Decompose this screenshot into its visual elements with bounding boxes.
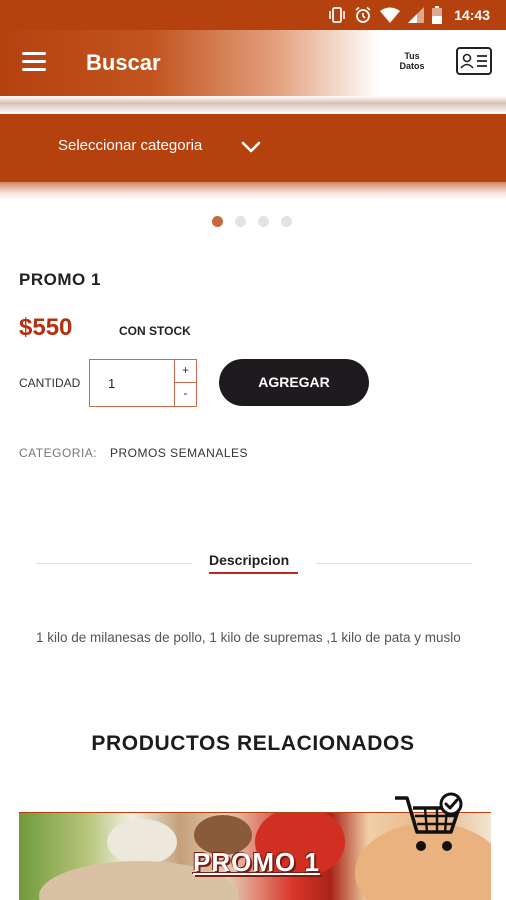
app-header: Buscar Tus Datos [0,30,506,96]
product-description: 1 kilo de milanesas de pollo, 1 kilo de … [36,630,461,645]
menu-icon[interactable] [22,52,46,72]
chevron-down-icon[interactable] [241,140,261,154]
quantity-decrement-button[interactable]: - [174,383,196,406]
tab-divider-right [316,563,472,564]
carousel-dot[interactable] [235,216,246,227]
header-divider [0,96,506,114]
add-to-cart-button[interactable]: AGREGAR [219,359,369,406]
cart-icon[interactable] [393,792,467,856]
product-image-veg [107,819,177,865]
battery-icon [432,6,443,24]
status-bar: 14:43 [0,0,506,30]
wifi-icon [380,7,401,23]
quantity-input[interactable] [90,360,174,406]
stock-status: CON STOCK [119,324,191,338]
quantity-stepper: + - [89,359,197,407]
category-label: CATEGORIA: [19,446,98,460]
status-icons: 14:43 [328,5,490,25]
status-time: 14:43 [454,7,490,23]
quantity-increment-button[interactable]: + [174,360,196,383]
category-link[interactable]: PROMOS SEMANALES [110,446,248,460]
product-title: PROMO 1 [19,270,101,289]
quantity-label: CANTIDAD [19,376,81,390]
tab-divider-left [36,563,192,564]
carousel-dot[interactable] [281,216,292,227]
tab-description[interactable]: Descripcion [209,552,289,568]
carousel-dots [212,216,292,227]
vibrate-icon [329,7,345,23]
tab-active-underline [209,572,298,574]
category-fade [0,182,506,200]
signal-icon [408,7,425,23]
carousel-dot-active[interactable] [212,216,223,227]
profile-link[interactable]: Tus Datos [391,51,433,71]
product-price: $550 [19,314,73,341]
page-title: Buscar [86,50,161,75]
profile-card-icon[interactable] [456,47,492,75]
carousel-dot[interactable] [258,216,269,227]
category-selector-label: Seleccionar categoria [58,137,203,154]
related-product-label: PROMO 1 [193,847,320,877]
alarm-icon [355,6,371,23]
related-products-title: PRODUCTOS RELACIONADOS [91,732,415,755]
category-selector[interactable]: Seleccionar categoria [0,114,506,182]
